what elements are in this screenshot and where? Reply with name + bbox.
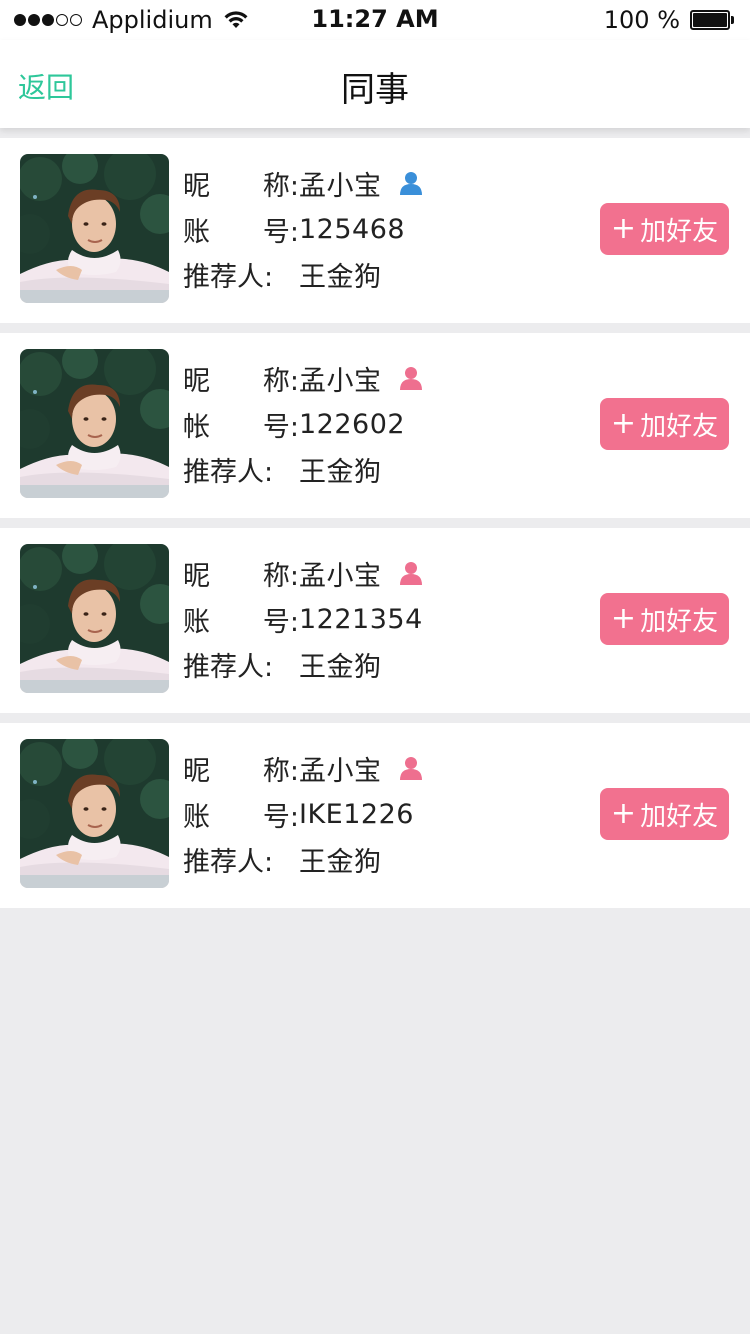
add-friend-button[interactable]: + 加好友 xyxy=(600,788,729,840)
referrer-value: 王金狗 xyxy=(299,651,382,683)
avatar[interactable] xyxy=(20,739,169,888)
referrer-row: 推荐人: 王金狗 xyxy=(183,841,382,878)
add-friend-label: 加好友 xyxy=(640,216,719,247)
person-icon-blue xyxy=(399,172,422,195)
account-row: 账号: 1221354 xyxy=(183,601,423,638)
status-bar: Applidium 11:27 AM 100 % xyxy=(0,0,750,40)
referrer-row: 推荐人: 王金狗 xyxy=(183,256,382,293)
nickname-label: 昵称: xyxy=(183,755,299,787)
referrer-value: 王金狗 xyxy=(299,456,382,488)
nickname-row: 昵称: 孟小宝 xyxy=(183,750,422,787)
nickname-label: 昵称: xyxy=(183,560,299,592)
add-friend-label: 加好友 xyxy=(640,801,719,832)
navigation-bar: 返回 同事 xyxy=(0,40,750,128)
colleague-card: 昵称: 孟小宝 帐号: 122602 推荐人: 王金狗 + 加好友 xyxy=(0,333,750,518)
plus-icon: + xyxy=(610,406,637,441)
nickname-value: 孟小宝 xyxy=(299,365,382,397)
referrer-row: 推荐人: 王金狗 xyxy=(183,451,382,488)
avatar[interactable] xyxy=(20,349,169,498)
colleague-card: 昵称: 孟小宝 账号: 1221354 推荐人: 王金狗 + 加好友 xyxy=(0,528,750,713)
account-label: 账号: xyxy=(183,606,299,638)
account-row: 帐号: 122602 xyxy=(183,406,406,443)
nickname-label: 昵称: xyxy=(183,365,299,397)
referrer-label: 推荐人: xyxy=(183,651,274,683)
person-icon-pink xyxy=(399,367,422,390)
status-right: 100 % xyxy=(604,6,736,34)
account-value: 1221354 xyxy=(299,603,423,635)
nickname-value: 孟小宝 xyxy=(299,755,382,787)
colleague-card: 昵称: 孟小宝 账号: 125468 推荐人: 王金狗 + 加好友 xyxy=(0,138,750,323)
referrer-label: 推荐人: xyxy=(183,846,274,878)
avatar[interactable] xyxy=(20,154,169,303)
colleague-list: 昵称: 孟小宝 账号: 125468 推荐人: 王金狗 + 加好友 昵 称: 孟… xyxy=(0,138,750,918)
nickname-value: 孟小宝 xyxy=(299,170,382,202)
nickname-value: 孟小宝 xyxy=(299,560,382,592)
account-value: 122602 xyxy=(299,408,406,440)
colleague-card: 昵称: 孟小宝 账号: IKE1226 推荐人: 王金狗 + 加好友 xyxy=(0,723,750,908)
add-friend-button[interactable]: + 加好友 xyxy=(600,398,729,450)
account-value: IKE1226 xyxy=(299,798,414,830)
nickname-row: 昵称: 孟小宝 xyxy=(183,360,422,397)
page-title: 同事 xyxy=(341,70,409,110)
referrer-value: 王金狗 xyxy=(299,261,382,293)
account-value: 125468 xyxy=(299,213,406,245)
add-friend-button[interactable]: + 加好友 xyxy=(600,203,729,255)
referrer-label: 推荐人: xyxy=(183,261,274,293)
nickname-label: 昵称: xyxy=(183,170,299,202)
battery-icon xyxy=(690,10,736,30)
person-icon-pink xyxy=(399,562,422,585)
add-friend-label: 加好友 xyxy=(640,411,719,442)
avatar[interactable] xyxy=(20,544,169,693)
referrer-label: 推荐人: xyxy=(183,456,274,488)
battery-percent: 100 % xyxy=(603,6,680,34)
plus-icon: + xyxy=(610,796,637,831)
account-label: 账号: xyxy=(183,216,299,248)
nickname-row: 昵称: 孟小宝 xyxy=(183,555,422,592)
account-label: 帐号: xyxy=(183,411,299,443)
account-row: 账号: IKE1226 xyxy=(183,796,414,833)
account-label: 账号: xyxy=(183,801,299,833)
referrer-row: 推荐人: 王金狗 xyxy=(183,646,382,683)
add-friend-label: 加好友 xyxy=(640,606,719,637)
nickname-row: 昵称: 孟小宝 xyxy=(183,165,422,202)
plus-icon: + xyxy=(610,601,637,636)
person-icon-pink xyxy=(399,757,422,780)
add-friend-button[interactable]: + 加好友 xyxy=(600,593,729,645)
account-row: 账号: 125468 xyxy=(183,211,406,248)
plus-icon: + xyxy=(610,211,637,246)
referrer-value: 王金狗 xyxy=(299,846,382,878)
